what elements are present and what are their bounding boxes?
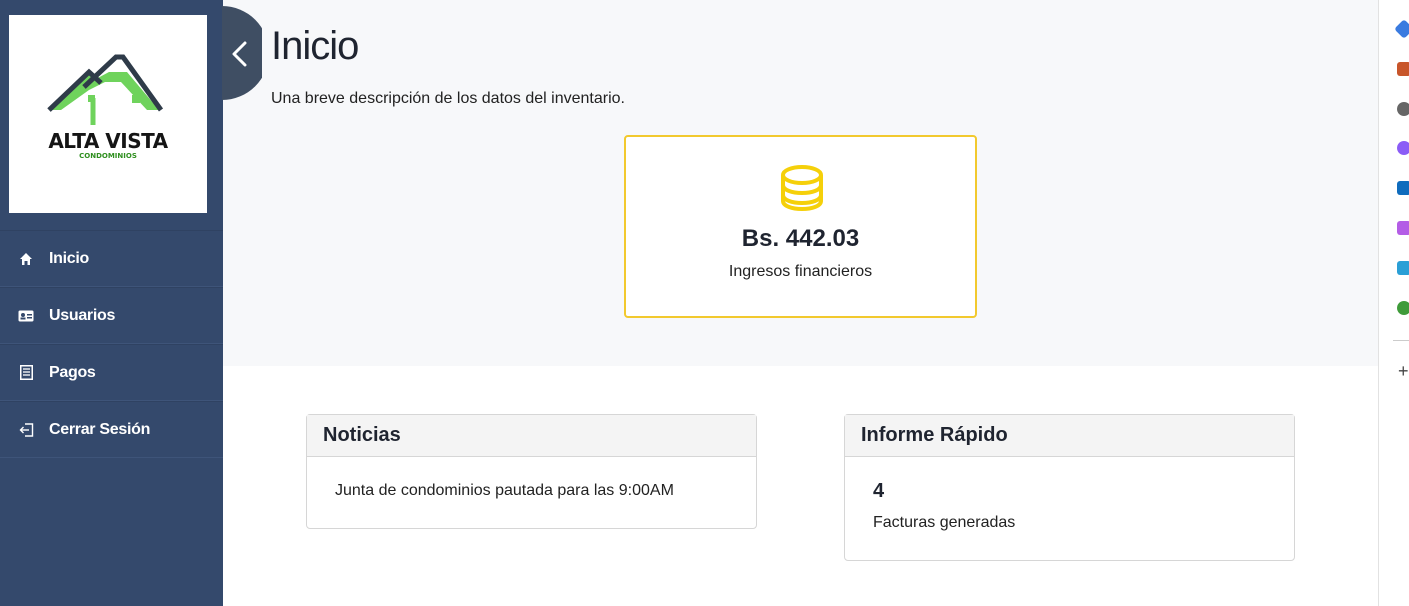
briefcase-icon[interactable] [1397, 62, 1409, 76]
sidebar-item-label: Cerrar Sesión [49, 420, 151, 438]
sidebar-nav: Inicio Usuarios Pagos Cerrar Sesión [0, 230, 223, 458]
income-value: Bs. 442.03 [741, 225, 860, 252]
sidebar-item-cerrar-sesion[interactable]: Cerrar Sesión [0, 401, 223, 458]
logo-title: ALTA VISTA [48, 129, 168, 153]
tree-icon[interactable] [1397, 301, 1409, 315]
logout-icon [17, 422, 35, 438]
sidebar-item-inicio[interactable]: Inicio [0, 230, 223, 287]
sidebar-item-label: Inicio [49, 249, 89, 267]
designer-icon[interactable] [1397, 221, 1409, 235]
browser-side-toolbar: + [1378, 0, 1409, 606]
sidebar-item-pagos[interactable]: Pagos [0, 344, 223, 401]
sidebar-item-label: Pagos [49, 363, 96, 381]
people-icon[interactable] [1397, 102, 1409, 116]
news-item-text: Junta de condominios pautada para las 9:… [335, 482, 674, 499]
invoices-label: Facturas generadas [873, 514, 1016, 531]
income-label: Ingresos financieros [728, 263, 873, 280]
news-panel-title: Noticias [307, 415, 756, 457]
send-icon[interactable] [1397, 261, 1409, 275]
receipt-icon [17, 365, 35, 381]
id-card-icon [17, 308, 35, 324]
invoices-count: 4 [873, 480, 885, 502]
page-description: Una breve descripción de los datos del i… [271, 90, 625, 107]
add-icon[interactable]: + [1398, 362, 1409, 380]
outlook-icon[interactable] [1397, 181, 1409, 195]
chevron-left-icon [232, 41, 247, 67]
sidebar-toggle-button[interactable] [222, 6, 262, 100]
house-logo-icon [47, 54, 164, 125]
quick-report-panel: Informe Rápido 4 Facturas generadas [844, 414, 1295, 561]
m365-icon[interactable] [1397, 141, 1409, 155]
news-panel: Noticias Junta de condominios pautada pa… [306, 414, 757, 529]
page-title: Inicio [271, 24, 359, 68]
coins-icon [781, 165, 823, 212]
sidebar-item-usuarios[interactable]: Usuarios [0, 287, 223, 344]
sidebar: ALTA VISTA CONDOMINIOS Inicio Usuarios P… [0, 0, 223, 606]
quick-report-title: Informe Rápido [845, 415, 1294, 457]
home-icon [17, 251, 35, 267]
sidebar-item-label: Usuarios [49, 306, 116, 324]
logo[interactable]: ALTA VISTA CONDOMINIOS [9, 15, 207, 213]
sidebar-divider [1393, 340, 1409, 341]
copilot-icon[interactable] [1394, 19, 1409, 39]
logo-tagline: CONDOMINIOS [79, 152, 137, 160]
income-stat-card: Bs. 442.03 Ingresos financieros [624, 135, 977, 318]
